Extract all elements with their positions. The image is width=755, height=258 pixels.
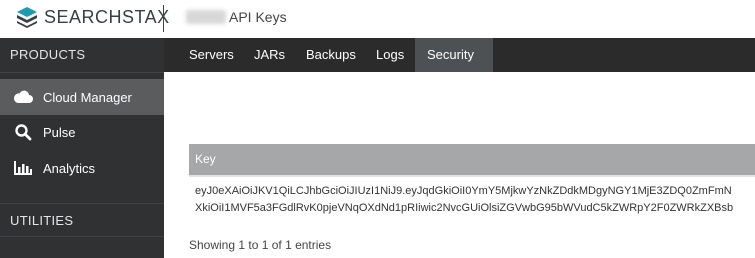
searchstax-logo-icon bbox=[17, 7, 37, 28]
sidebar-item-label: Cloud Manager bbox=[43, 89, 132, 105]
tab-label: Logs bbox=[376, 47, 405, 62]
page-title: API Keys bbox=[229, 9, 287, 25]
api-key-value-line1: eyJ0eXAiOiJKV1QiLCJhbGciOiJIUzI1NiJ9.eyJ… bbox=[195, 185, 732, 197]
searchstax-logo[interactable]: SEARCHSTAX bbox=[16, 6, 170, 28]
api-key-value-line2: XkiOiI1MVF5a3FGdlRvK0pjeVNqOXdNd1pRIiwic… bbox=[195, 202, 734, 214]
sidebar-section-products: PRODUCTS bbox=[0, 38, 164, 73]
table-header-border bbox=[189, 175, 755, 177]
tab-backups[interactable]: Backups bbox=[294, 38, 368, 72]
tab-label: Security bbox=[427, 47, 474, 62]
tab-label: JARs bbox=[254, 47, 286, 62]
top-header: SEARCHSTAX API Keys bbox=[0, 0, 755, 38]
top-nav: Servers JARs Backups Logs Security bbox=[164, 38, 755, 92]
column-header-label: Key bbox=[195, 152, 216, 166]
sidebar-item-label: Pulse bbox=[43, 124, 76, 140]
redacted-account-name bbox=[186, 10, 226, 24]
table-info: Showing 1 to 1 of 1 entries bbox=[189, 238, 332, 252]
tab-servers[interactable]: Servers bbox=[177, 38, 246, 72]
tab-security[interactable]: Security bbox=[415, 38, 493, 92]
brand-name: SEARCHSTAX bbox=[44, 7, 170, 27]
header-divider bbox=[163, 5, 164, 32]
tab-label: Servers bbox=[189, 47, 234, 62]
tab-logs[interactable]: Logs bbox=[364, 38, 416, 72]
table-row: eyJ0eXAiOiJKV1QiLCJhbGciOiJIUzI1NiJ9.eyJ… bbox=[195, 183, 755, 217]
caret-down-icon bbox=[432, 87, 438, 92]
column-header-key[interactable]: Key bbox=[189, 144, 755, 175]
sidebar-item-cloud-manager[interactable]: Cloud Manager bbox=[0, 79, 164, 115]
tab-jars[interactable]: JARs bbox=[242, 38, 297, 72]
tab-label: Backups bbox=[306, 47, 356, 62]
sidebar-item-analytics[interactable]: Analytics bbox=[0, 150, 164, 186]
search-icon bbox=[12, 121, 34, 143]
sidebar-item-pulse[interactable]: Pulse bbox=[0, 114, 164, 150]
bar-chart-icon bbox=[12, 157, 34, 179]
sidebar-section-utilities[interactable]: UTILITIES bbox=[0, 203, 164, 237]
sidebar-item-label: Analytics bbox=[43, 160, 96, 176]
cloud-icon bbox=[12, 86, 34, 108]
sidebar: PRODUCTS Cloud Manager Pulse Analytics U… bbox=[0, 38, 164, 258]
